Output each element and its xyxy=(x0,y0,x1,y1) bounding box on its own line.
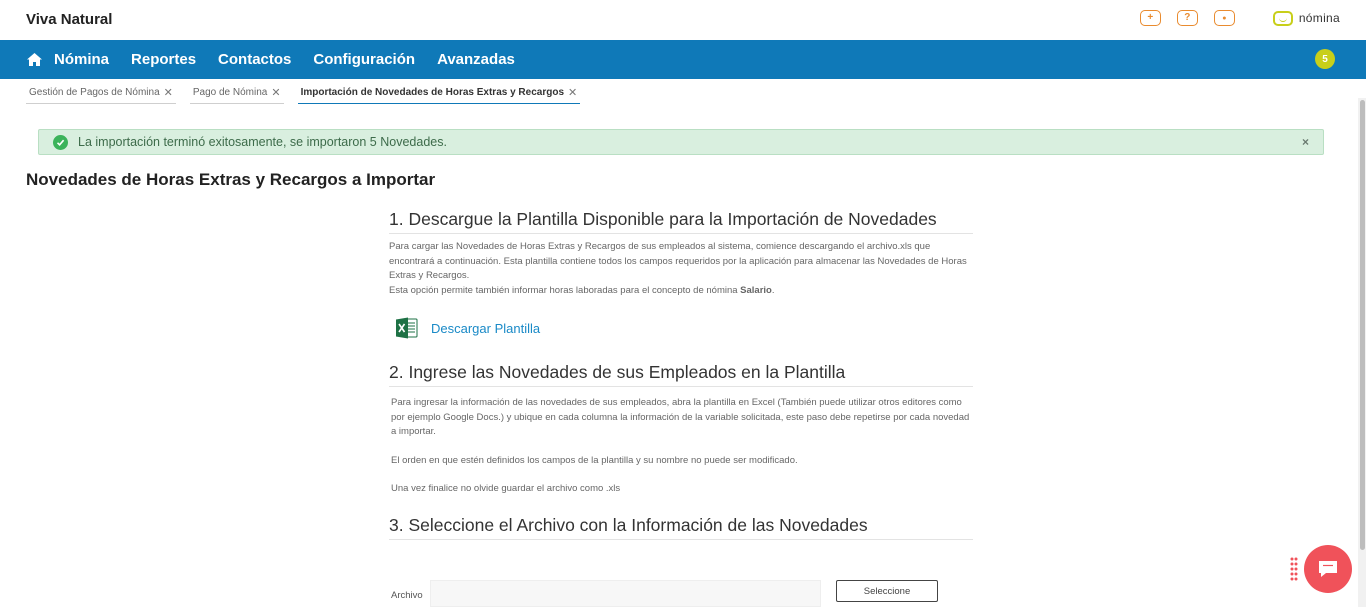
home-icon xyxy=(27,53,42,66)
open-tabs: Gestión de Pagos de Nómina ✕ Pago de Nóm… xyxy=(26,86,581,104)
note-bold: Salario xyxy=(740,284,772,296)
company-name: Viva Natural xyxy=(26,11,113,28)
section-2-text: Para ingresar la información de las nove… xyxy=(391,397,970,437)
tab-label: Pago de Nómina xyxy=(192,87,268,98)
app-logo: nómina xyxy=(1272,10,1340,26)
drag-handle-icon[interactable] xyxy=(1290,557,1298,583)
nav-label-nomina: Nómina xyxy=(54,51,110,68)
import-instructions: 1. Descargue la Plantilla Disponible par… xyxy=(389,209,973,540)
file-label: Archivo xyxy=(391,590,423,601)
download-template-label: Descargar Plantilla xyxy=(431,320,541,336)
section-2-note: El orden en que estén definidos los camp… xyxy=(391,454,798,466)
logo-text: nómina xyxy=(1298,11,1340,25)
top-icons: + ? ● nómina xyxy=(1139,10,1340,26)
plus-icon[interactable]: + xyxy=(1139,10,1161,26)
file-upload-row: Archivo Seleccione xyxy=(391,580,951,607)
tab-pago-nomina[interactable]: Pago de Nómina ✕ xyxy=(189,86,284,104)
help-icon[interactable]: ? xyxy=(1176,10,1198,26)
chat-button[interactable] xyxy=(1304,545,1352,593)
section-2-title: 2. Ingrese las Novedades de sus Empleado… xyxy=(389,362,973,387)
scrollbar-thumb[interactable] xyxy=(1360,100,1365,550)
note-text: Esta opción permite también informar hor… xyxy=(389,284,741,296)
success-alert: La importación terminó exitosamente, se … xyxy=(38,129,1324,155)
tab-label: Importación de Novedades de Horas Extras… xyxy=(300,87,565,98)
check-circle-icon xyxy=(53,134,68,150)
top-bar: Viva Natural + ? ● nómina xyxy=(0,0,1366,40)
select-file-button[interactable]: Seleccione xyxy=(836,580,938,602)
section-1-title: 1. Descargue la Plantilla Disponible par… xyxy=(389,209,973,234)
nav-item-reportes[interactable]: Reportes xyxy=(131,51,196,68)
alert-message: La importación terminó exitosamente, se … xyxy=(78,135,447,149)
close-icon[interactable]: ✕ xyxy=(271,86,280,99)
section-2-save-note: Una vez finalice no olvide guardar el ar… xyxy=(391,483,621,494)
nav-item-avanzadas[interactable]: Avanzadas xyxy=(437,51,515,68)
tab-gestion-pagos[interactable]: Gestión de Pagos de Nómina ✕ xyxy=(26,86,176,104)
notification-badge[interactable]: 5 xyxy=(1315,49,1335,69)
nav-item-nomina[interactable]: Nómina xyxy=(26,51,109,68)
tab-label: Gestión de Pagos de Nómina xyxy=(29,87,160,98)
download-template-link[interactable]: Descargar Plantilla xyxy=(395,316,973,340)
nav-item-configuracion[interactable]: Configuración xyxy=(313,51,415,68)
section-3-title: 3. Seleccione el Archivo con la Informac… xyxy=(389,515,973,540)
section-1-note: Esta opción permite también informar hor… xyxy=(389,284,973,299)
close-icon[interactable]: ✕ xyxy=(568,86,577,99)
nav-item-contactos[interactable]: Contactos xyxy=(218,51,291,68)
main-nav: Nómina Reportes Contactos Configuración … xyxy=(0,40,1366,79)
logo-icon xyxy=(1272,10,1293,26)
chat-icon xyxy=(1319,561,1337,577)
page-title: Novedades de Horas Extras y Recargos a I… xyxy=(26,170,436,189)
close-icon[interactable]: × xyxy=(1302,135,1309,149)
file-path-input[interactable] xyxy=(430,580,821,607)
note-suffix: . xyxy=(771,284,775,296)
tab-importacion-novedades[interactable]: Importación de Novedades de Horas Extras… xyxy=(297,86,581,104)
user-icon[interactable]: ● xyxy=(1213,10,1235,26)
section-1-text: Para cargar las Novedades de Horas Extra… xyxy=(389,241,967,281)
excel-icon xyxy=(396,317,418,339)
close-icon[interactable]: ✕ xyxy=(164,86,173,99)
